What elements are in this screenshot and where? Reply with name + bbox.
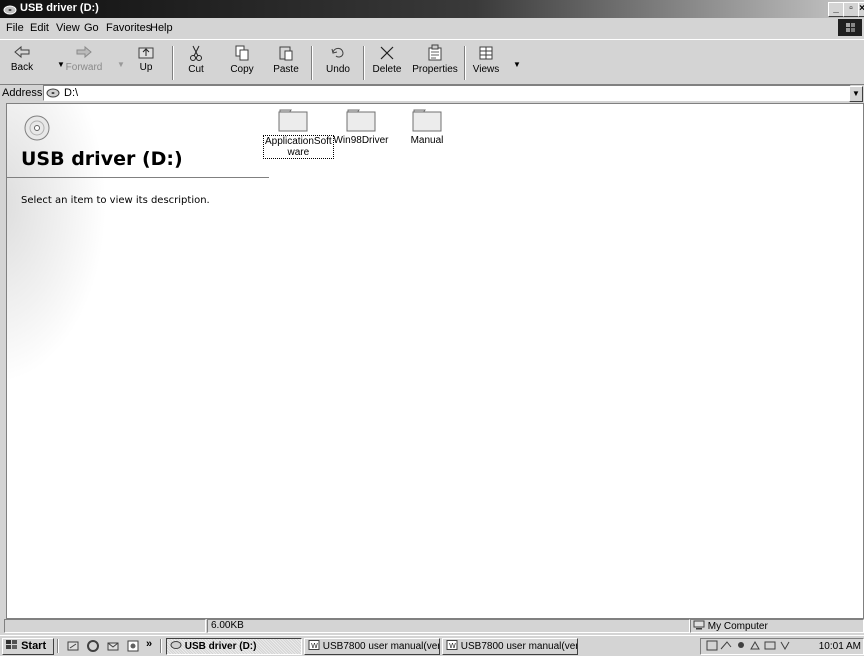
- file-item-applicationsoftware[interactable]: ApplicationSoft ware: [263, 108, 334, 159]
- delete-button[interactable]: Delete: [367, 44, 407, 82]
- toolbar: Back ▼ Forward ▼ Up Cut Copy Paste Undo …: [0, 39, 864, 85]
- address-bar: Address D:\ ▼: [0, 84, 864, 102]
- cut-button[interactable]: Cut: [176, 44, 216, 82]
- status-zone: My Computer: [690, 619, 864, 633]
- forward-arrow-icon: [76, 45, 92, 59]
- status-bar: 6.00KB My Computer: [0, 619, 864, 633]
- windows-logo-icon: [838, 19, 862, 36]
- cd-drive-icon: [24, 115, 50, 141]
- taskbar-app-usb-driver[interactable]: USB driver (D:): [166, 638, 302, 655]
- internet-explorer-icon[interactable]: [86, 639, 100, 653]
- folder-icon: [412, 109, 442, 132]
- address-value: D:\: [64, 87, 79, 99]
- clock[interactable]: 10:01 AM: [819, 639, 861, 654]
- file-item-manual[interactable]: Manual: [397, 108, 457, 146]
- status-size: 6.00KB: [207, 619, 690, 633]
- window-title: USB driver (D:): [20, 2, 99, 14]
- properties-button[interactable]: Properties: [411, 44, 459, 82]
- forward-button[interactable]: Forward: [64, 44, 104, 82]
- outlook-express-icon[interactable]: [106, 639, 120, 653]
- taskbar-app-word-1[interactable]: W USB7800 user manual(ver...: [304, 638, 440, 655]
- taskbar-separator: [160, 639, 162, 653]
- paste-icon: [279, 46, 293, 61]
- up-folder-icon: [138, 47, 154, 59]
- views-dropdown-icon[interactable]: ▼: [513, 60, 521, 69]
- copy-icon: [235, 45, 249, 61]
- menu-bar: File Edit View Go Favorites Help: [0, 19, 864, 37]
- description-text: Select an item to view its description.: [21, 195, 210, 206]
- status-panel-left: [4, 619, 206, 633]
- svg-text:W: W: [311, 642, 318, 650]
- views-icon: [479, 46, 493, 60]
- undo-button[interactable]: Undo: [318, 44, 358, 82]
- watermark-graphic: [7, 104, 107, 384]
- drive-icon: [3, 5, 17, 15]
- close-button[interactable]: ×: [858, 2, 864, 17]
- menu-help[interactable]: Help: [150, 22, 173, 34]
- scissors-icon: [190, 45, 202, 61]
- back-button[interactable]: Back: [2, 44, 42, 82]
- taskbar-app-word-2[interactable]: W USB7800 user manual(ver...: [442, 638, 578, 655]
- address-label: Address: [2, 87, 43, 99]
- title-divider: [7, 177, 269, 178]
- taskbar-separator: [57, 639, 59, 653]
- undo-icon: [331, 47, 344, 58]
- svg-text:W: W: [449, 642, 456, 650]
- tray-icons[interactable]: [705, 639, 813, 652]
- computer-icon: [693, 620, 705, 630]
- windows-logo-icon: [6, 640, 17, 649]
- quick-launch-more[interactable]: »: [146, 638, 152, 650]
- web-view-panel: USB driver (D:) Select an item to view i…: [7, 104, 269, 618]
- system-tray: 10:01 AM: [700, 638, 864, 655]
- maximize-button[interactable]: ▫: [843, 2, 859, 17]
- channels-icon[interactable]: [126, 639, 140, 653]
- start-button[interactable]: Start: [2, 638, 54, 655]
- menu-go[interactable]: Go: [84, 22, 99, 34]
- main-pane: USB driver (D:) Select an item to view i…: [6, 103, 864, 619]
- back-arrow-icon: [14, 45, 30, 59]
- properties-icon: [428, 44, 442, 61]
- drive-title: USB driver (D:): [21, 148, 183, 170]
- menu-favorites[interactable]: Favorites: [106, 22, 151, 34]
- toolbar-separator: [172, 46, 174, 80]
- title-bar[interactable]: USB driver (D:) _ ▫ ×: [0, 0, 864, 18]
- paste-button[interactable]: Paste: [266, 44, 306, 82]
- menu-file[interactable]: File: [6, 22, 24, 34]
- minimize-button[interactable]: _: [828, 2, 844, 17]
- views-button[interactable]: Views: [466, 44, 506, 82]
- file-item-win98driver[interactable]: Win98Driver: [331, 108, 391, 146]
- address-input[interactable]: D:\: [43, 85, 851, 101]
- taskbar: Start » USB driver (D:) W USB7800 user m…: [0, 635, 864, 656]
- file-name: Win98Driver: [333, 135, 389, 146]
- copy-button[interactable]: Copy: [222, 44, 262, 82]
- folder-icon: [346, 109, 376, 132]
- file-name: ApplicationSoft ware: [263, 135, 334, 159]
- menu-view[interactable]: View: [56, 22, 80, 34]
- show-desktop-icon[interactable]: [66, 639, 80, 653]
- drive-icon: [46, 88, 60, 98]
- folder-icon: [278, 109, 308, 132]
- up-button[interactable]: Up: [126, 44, 166, 82]
- address-dropdown-button[interactable]: ▼: [849, 86, 863, 102]
- word-document-icon: W: [446, 640, 458, 650]
- drive-icon: [170, 641, 182, 649]
- file-name: Manual: [410, 135, 444, 146]
- menu-edit[interactable]: Edit: [30, 22, 49, 34]
- toolbar-separator: [311, 46, 313, 80]
- word-document-icon: W: [308, 640, 320, 650]
- toolbar-separator: [363, 46, 365, 80]
- delete-x-icon: [380, 46, 394, 60]
- forward-dropdown-icon[interactable]: ▼: [117, 60, 125, 69]
